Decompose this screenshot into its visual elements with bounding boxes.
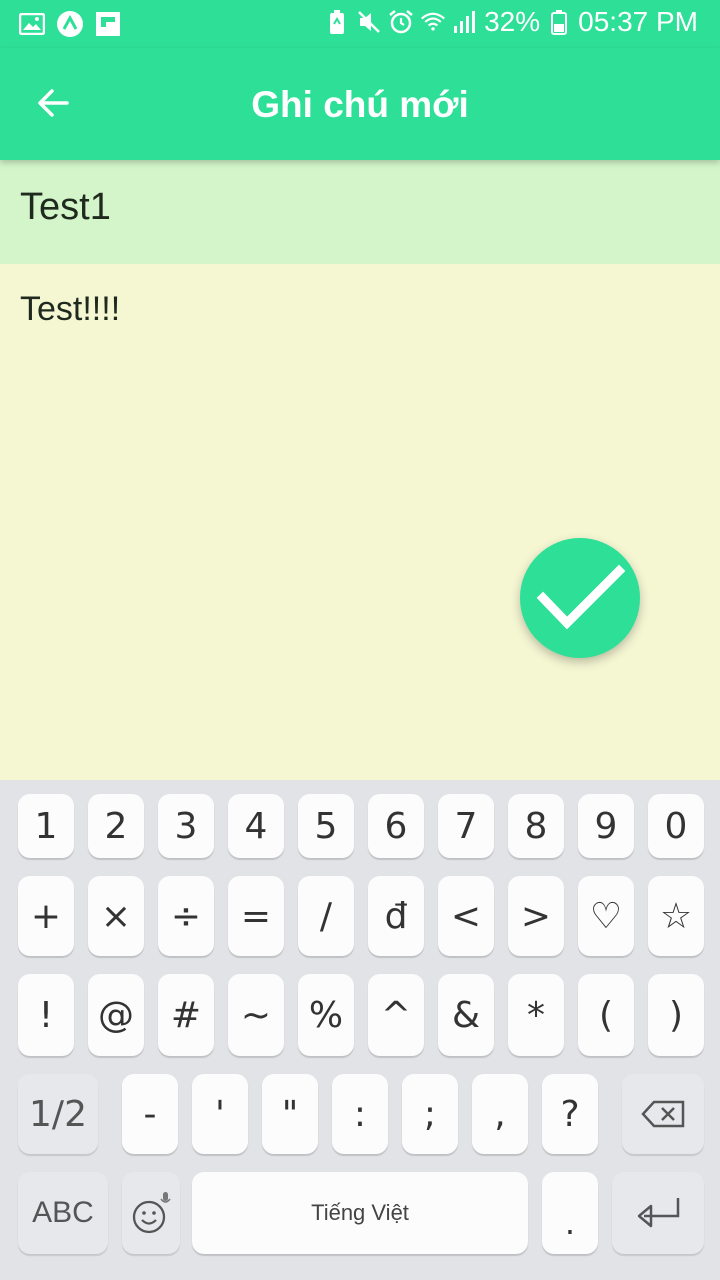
clock: 05:37 PM <box>578 6 698 37</box>
key-backspace[interactable] <box>622 1074 704 1154</box>
key-row3-6[interactable]: & <box>438 974 494 1056</box>
save-button[interactable] <box>520 538 640 658</box>
key-row1-0[interactable]: 1 <box>18 794 74 858</box>
status-bar: 32% 05:37 PM <box>0 0 720 48</box>
backspace-icon <box>641 1100 685 1128</box>
key-row2-1[interactable]: × <box>88 876 144 956</box>
key-row2-0[interactable]: + <box>18 876 74 956</box>
key-row1-6[interactable]: 7 <box>438 794 494 858</box>
alarm-icon <box>388 8 414 36</box>
key-row1-5[interactable]: 6 <box>368 794 424 858</box>
key-row3-7[interactable]: * <box>508 974 564 1056</box>
mute-icon <box>356 8 382 36</box>
key-space[interactable]: Tiếng Việt <box>192 1172 528 1254</box>
key-row1-2[interactable]: 3 <box>158 794 214 858</box>
key-row1-7[interactable]: 8 <box>508 794 564 858</box>
enter-icon <box>637 1198 680 1228</box>
key-row3-0[interactable]: ! <box>18 974 74 1056</box>
key-row4-1[interactable]: ' <box>192 1074 248 1154</box>
key-row2-5[interactable]: đ <box>368 876 424 956</box>
check-icon <box>536 564 625 630</box>
note-title-field[interactable]: Test1 <box>0 160 720 264</box>
wifi-icon <box>420 8 446 36</box>
key-row3-2[interactable]: # <box>158 974 214 1056</box>
key-row2-9[interactable]: ☆ <box>648 876 704 956</box>
key-row4-0[interactable]: - <box>122 1074 178 1154</box>
key-row3-8[interactable]: ( <box>578 974 634 1056</box>
key-period[interactable]: . <box>542 1172 598 1254</box>
key-row2-4[interactable]: / <box>298 876 354 956</box>
key-row3-3[interactable]: ~ <box>228 974 284 1056</box>
app-bar: Ghi chú mới <box>0 48 720 160</box>
flipboard-icon <box>94 10 122 38</box>
key-row4-2[interactable]: " <box>262 1074 318 1154</box>
key-row2-7[interactable]: > <box>508 876 564 956</box>
key-row3-4[interactable]: % <box>298 974 354 1056</box>
image-icon <box>18 10 46 38</box>
battery-saver-icon <box>324 8 350 36</box>
on-screen-keyboard: 1/2 ABC Tiếng Việt . 1 2 3 4 5 6 7 8 9 0 + × ÷ = / đ < > ♡… <box>0 780 720 1280</box>
key-shift[interactable]: 1/2 <box>18 1074 98 1154</box>
key-row1-1[interactable]: 2 <box>88 794 144 858</box>
emoji-icon <box>132 1192 171 1234</box>
key-row1-3[interactable]: 4 <box>228 794 284 858</box>
key-enter[interactable] <box>612 1172 704 1254</box>
app-icon <box>56 10 84 38</box>
key-row4-4[interactable]: ; <box>402 1074 458 1154</box>
note-content-text: Test!!!! <box>20 290 121 328</box>
key-row1-9[interactable]: 0 <box>648 794 704 858</box>
key-row2-2[interactable]: ÷ <box>158 876 214 956</box>
key-row3-9[interactable]: ) <box>648 974 704 1056</box>
signal-icon <box>452 8 478 36</box>
key-emoji[interactable] <box>122 1172 180 1254</box>
key-row2-6[interactable]: < <box>438 876 494 956</box>
key-row3-1[interactable]: @ <box>88 974 144 1056</box>
page-title: Ghi chú mới <box>251 84 469 125</box>
battery-icon <box>546 8 572 36</box>
key-row3-5[interactable]: ^ <box>368 974 424 1056</box>
note-content-field[interactable]: Test!!!! <box>0 264 720 780</box>
key-row1-8[interactable]: 9 <box>578 794 634 858</box>
key-row4-5[interactable]: , <box>472 1074 528 1154</box>
note-title-text: Test1 <box>20 186 111 228</box>
key-row2-3[interactable]: = <box>228 876 284 956</box>
key-row1-4[interactable]: 5 <box>298 794 354 858</box>
key-abc[interactable]: ABC <box>18 1172 108 1254</box>
key-row4-3[interactable]: : <box>332 1074 388 1154</box>
key-row4-6[interactable]: ? <box>542 1074 598 1154</box>
key-row2-8[interactable]: ♡ <box>578 876 634 956</box>
battery-percent: 32% <box>484 6 541 37</box>
